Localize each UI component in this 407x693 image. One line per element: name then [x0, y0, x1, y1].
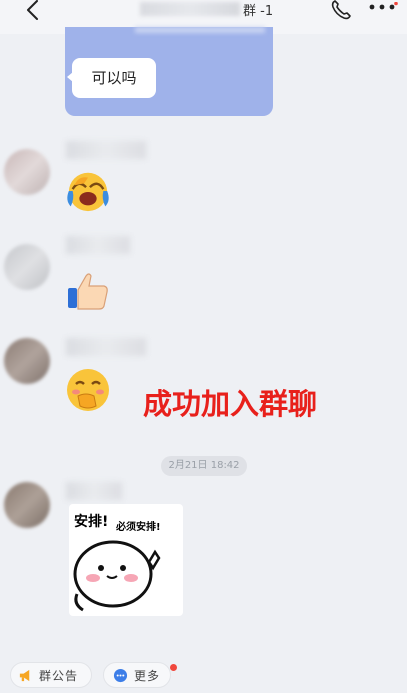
group-announcement-button[interactable]: 群公告	[10, 662, 92, 688]
more-button[interactable]: 更多	[103, 662, 171, 688]
sticker-text-large: 安排!	[74, 514, 109, 530]
megaphone-icon	[19, 669, 30, 681]
avatar[interactable]	[4, 482, 50, 528]
bottom-action-bar: 群公告 更多	[0, 656, 407, 693]
sender-name-blurred	[66, 141, 146, 159]
more-label: 更多	[134, 668, 161, 683]
quoted-content-blurred	[135, 27, 265, 33]
sent-message-bubble[interactable]: 可以吗	[65, 27, 273, 116]
avatar[interactable]	[4, 244, 50, 290]
more-circle-icon	[113, 668, 128, 682]
sticker-text-small: 必须安排!	[116, 522, 161, 533]
notification-badge	[170, 664, 177, 671]
reply-text-bubble: 可以吗	[67, 58, 156, 98]
group-announcement-label: 群公告	[39, 668, 79, 683]
group-name-blurred	[140, 2, 240, 16]
sender-name-blurred	[66, 482, 122, 500]
hand-over-mouth-emoji-icon	[67, 369, 109, 411]
sticker-message[interactable]: 安排! 必须安排!	[69, 504, 183, 616]
group-title-suffix: 群 -1	[243, 4, 274, 19]
more-dots-icon[interactable]	[368, 2, 398, 12]
avatar[interactable]	[4, 338, 50, 384]
laughing-crying-emoji-icon	[67, 172, 109, 212]
sender-name-blurred	[66, 338, 146, 356]
phone-icon[interactable]	[330, 0, 352, 21]
sticker-face-icon	[73, 540, 161, 612]
join-success-caption: 成功加入群聊	[143, 387, 318, 421]
sender-name-blurred	[66, 236, 130, 254]
thumbs-up-emoji-icon	[68, 273, 108, 310]
avatar[interactable]	[4, 149, 50, 195]
message-timestamp: 2月21日 18:42	[161, 456, 247, 476]
back-arrow-icon[interactable]	[22, 0, 44, 22]
